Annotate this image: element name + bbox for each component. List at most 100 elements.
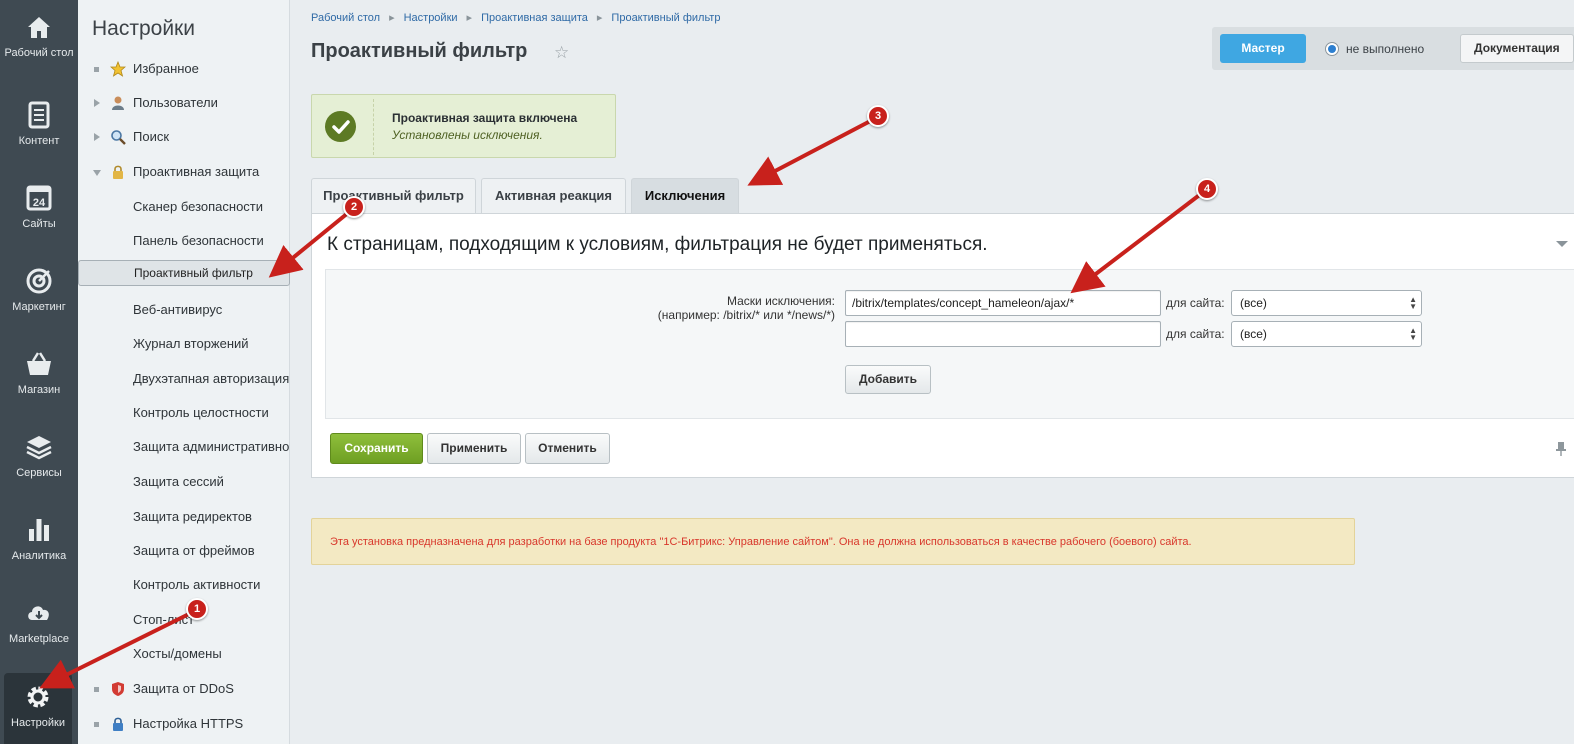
settings-menu: Настройки Избранное Пользователи Поиск П… — [78, 0, 290, 744]
site-select-value: (все) — [1240, 296, 1267, 310]
breadcrumb-link[interactable]: Рабочий стол — [311, 12, 380, 24]
shield-icon — [112, 682, 124, 696]
layers-icon — [26, 436, 52, 460]
pin-icon[interactable] — [1555, 441, 1567, 457]
master-status-radio[interactable] — [1325, 42, 1339, 56]
basket-icon — [27, 352, 51, 375]
menu-item-proactive-protection[interactable]: Проактивная защита — [78, 156, 290, 188]
bullet — [94, 67, 99, 72]
calendar-day: 24 — [33, 197, 46, 209]
menu-item-label: Проактивная защита — [133, 164, 260, 179]
menu-item-label: Сканер безопасности — [133, 199, 264, 214]
breadcrumb-link[interactable]: Проактивная защита — [481, 12, 588, 24]
nav-item-settings[interactable]: Настройки — [4, 673, 72, 744]
notice-text: Установлены исключения. — [392, 128, 543, 142]
exclusions-form: Маски исключения: (например: /bitrix/* и… — [325, 269, 1574, 419]
menu-item-two-factor-auth[interactable]: Двухэтапная авторизация — [78, 363, 290, 395]
menu-item-session-protection[interactable]: Защита сессий — [78, 466, 290, 498]
nav-item-shop[interactable]: Магазин — [0, 337, 78, 421]
padlock-icon — [113, 717, 123, 731]
expand-arrow-icon[interactable] — [94, 99, 100, 107]
tab-exclusions[interactable]: Исключения — [631, 178, 739, 213]
calendar-icon: 24 — [26, 185, 52, 211]
nav-label: Аналитика — [11, 550, 67, 562]
menu-item-label: Проактивный фильтр — [134, 266, 253, 280]
menu-item-hosts-domains[interactable]: Хосты/домены — [78, 638, 290, 670]
nav-label: Контент — [18, 135, 60, 147]
breadcrumb: Рабочий стол ▸ Настройки ▸ Проактивная защит… — [311, 11, 720, 24]
site-select-value: (все) — [1240, 327, 1267, 341]
menu-item-integrity-control[interactable]: Контроль целостности — [78, 397, 290, 429]
add-button[interactable]: Добавить — [845, 365, 931, 394]
nav-label: Сервисы — [16, 467, 62, 479]
menu-item-security-scanner[interactable]: Сканер безопасности — [78, 191, 290, 223]
favorite-star-icon[interactable]: ☆ — [554, 43, 569, 63]
menu-item-intrusion-log[interactable]: Журнал вторжений — [78, 328, 290, 360]
bar-chart-icon — [29, 519, 49, 541]
tab-active-reaction[interactable]: Активная реакция — [481, 178, 626, 213]
mask-label: Маски исключения: — [726, 294, 835, 308]
mask-hint: (например: /bitrix/* или */news/*) — [657, 308, 835, 322]
master-status-text: не выполнено — [1346, 42, 1425, 56]
page-title: Проактивный фильтр — [311, 40, 528, 62]
collapse-arrow-icon[interactable] — [93, 170, 101, 176]
nav-label: Маркетинг — [12, 301, 66, 313]
menu-item-redirect-protection[interactable]: Защита редиректов — [78, 501, 290, 533]
menu-item-label: Защита от фреймов — [133, 543, 255, 558]
cancel-button[interactable]: Отменить — [525, 433, 610, 464]
mask-input-1[interactable]: /bitrix/templates/concept_hameleon/ajax/… — [845, 290, 1161, 316]
expand-arrow-icon[interactable] — [94, 133, 100, 141]
menu-item-proactive-filter[interactable]: Проактивный фильтр — [78, 260, 290, 286]
nav-item-content[interactable]: Контент — [0, 88, 78, 172]
annotation-badge-4: 4 — [1196, 178, 1218, 200]
menu-item-web-antivirus[interactable]: Веб-антивирус — [78, 294, 290, 326]
breadcrumb-separator-icon: ▸ — [596, 12, 603, 24]
nav-item-sites[interactable]: 24 Сайты — [0, 171, 78, 255]
nav-label: Рабочий стол — [4, 47, 74, 59]
user-icon — [112, 96, 124, 110]
dev-warning-banner: Эта установка предназначена для разработ… — [311, 518, 1355, 565]
collapse-toggle-icon[interactable] — [1556, 241, 1568, 247]
tab-proactive-filter[interactable]: Проактивный фильтр — [311, 178, 476, 213]
home-icon — [28, 17, 50, 38]
menu-item-https-settings[interactable]: Настройка HTTPS — [78, 708, 290, 740]
documentation-button[interactable]: Документация — [1460, 34, 1574, 63]
mask-input-2[interactable] — [845, 321, 1161, 347]
menu-item-admin-protection[interactable]: Защита административной — [78, 431, 290, 463]
status-notice: Проактивная защита включена Установлены … — [311, 94, 616, 158]
menu-item-users[interactable]: Пользователи — [78, 87, 290, 119]
menu-item-label: Контроль целостности — [133, 405, 269, 420]
nav-item-services[interactable]: Сервисы — [0, 420, 78, 504]
menu-item-label: Веб-антивирус — [133, 302, 223, 317]
menu-item-label: Поиск — [133, 129, 170, 144]
site-select-1[interactable]: (все) ▲ ▼ — [1231, 290, 1422, 316]
menu-item-frame-protection[interactable]: Защита от фреймов — [78, 535, 290, 567]
menu-item-label: Настройка HTTPS — [133, 716, 244, 731]
menu-item-label: Пользователи — [133, 95, 218, 110]
menu-item-label: Избранное — [133, 61, 199, 76]
menu-item-label: Журнал вторжений — [133, 336, 249, 351]
menu-item-activity-control[interactable]: Контроль активности — [78, 569, 290, 601]
nav-item-marketing[interactable]: Маркетинг — [0, 254, 78, 338]
star-icon — [110, 61, 126, 77]
magnifier-icon — [111, 130, 126, 145]
menu-item-label: Двухэтапная авторизация — [133, 371, 290, 386]
breadcrumb-link[interactable]: Проактивный фильтр — [611, 12, 720, 24]
menu-item-search[interactable]: Поиск — [78, 121, 290, 153]
menu-item-label: Контроль активности — [133, 577, 261, 592]
breadcrumb-link[interactable]: Настройки — [404, 12, 458, 24]
nav-item-analytics[interactable]: Аналитика — [0, 503, 78, 587]
menu-item-security-panel[interactable]: Панель безопасности — [78, 225, 290, 257]
breadcrumb-separator-icon: ▸ — [466, 12, 473, 24]
apply-button[interactable]: Применить — [427, 433, 521, 464]
target-icon — [26, 268, 52, 294]
site-select-2[interactable]: (все) ▲ ▼ — [1231, 321, 1422, 347]
menu-item-label: Стоп-лист — [133, 612, 195, 627]
nav-item-marketplace[interactable]: Marketplace — [0, 586, 78, 670]
nav-item-desktop[interactable]: Рабочий стол — [0, 0, 78, 84]
menu-item-stop-list[interactable]: Стоп-лист — [78, 604, 290, 636]
menu-item-ddos-protection[interactable]: Защита от DDoS — [78, 673, 290, 705]
save-button[interactable]: Сохранить — [330, 433, 423, 464]
menu-item-favorites[interactable]: Избранное — [78, 53, 290, 85]
master-button[interactable]: Мастер — [1220, 34, 1306, 63]
